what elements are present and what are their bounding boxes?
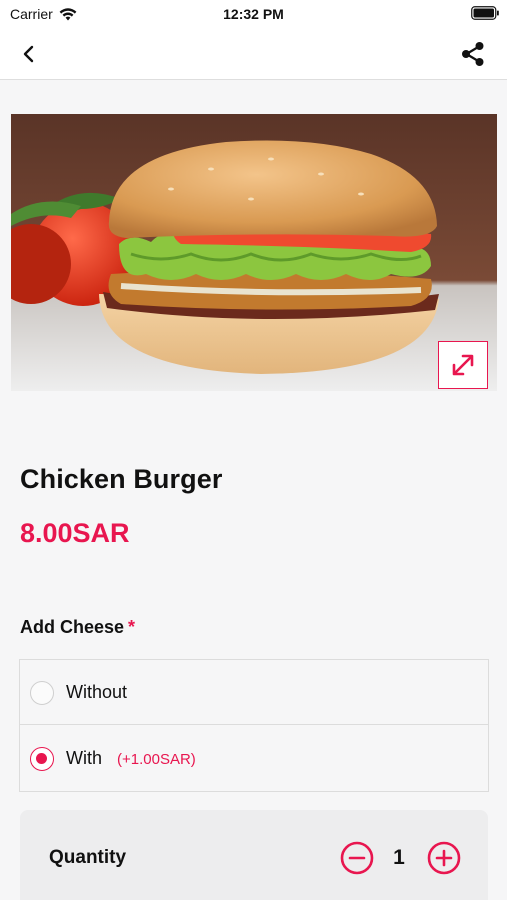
battery-icon <box>471 6 499 20</box>
quantity-card: Quantity 1 <box>20 810 488 900</box>
expand-image-button[interactable] <box>438 341 488 389</box>
clock: 12:32 PM <box>223 6 284 22</box>
quantity-label: Quantity <box>49 847 127 868</box>
status-bar: Carrier 12:32 PM <box>0 0 507 28</box>
product-image[interactable] <box>11 114 497 391</box>
option-group-title: Add Cheese * <box>20 617 135 638</box>
minus-circle-icon[interactable] <box>340 841 374 875</box>
product-title: Chicken Burger <box>20 464 223 494</box>
option-group-label: Add Cheese <box>20 617 125 637</box>
plus-circle-icon[interactable] <box>427 841 461 875</box>
share-button[interactable] <box>457 38 489 70</box>
quantity-value: 1 <box>393 846 405 869</box>
required-marker: * <box>128 617 136 637</box>
option-label: Without <box>66 682 128 702</box>
burger-illustration <box>11 114 497 391</box>
option-extra-price: (+1.00SAR) <box>117 751 196 768</box>
option-list: Without With (+1.00SAR) <box>19 659 489 792</box>
radio-with[interactable] <box>30 747 54 771</box>
product-price: 8.00SAR <box>20 518 130 548</box>
back-button[interactable] <box>14 40 44 68</box>
option-with[interactable]: With (+1.00SAR) <box>20 726 488 791</box>
option-without[interactable]: Without <box>20 660 488 725</box>
share-icon <box>462 42 484 66</box>
chevron-left-icon <box>23 45 34 63</box>
expand-arrows-icon <box>452 354 474 376</box>
option-label: With <box>66 748 102 768</box>
navigation-bar <box>0 28 507 80</box>
radio-without[interactable] <box>30 681 54 705</box>
